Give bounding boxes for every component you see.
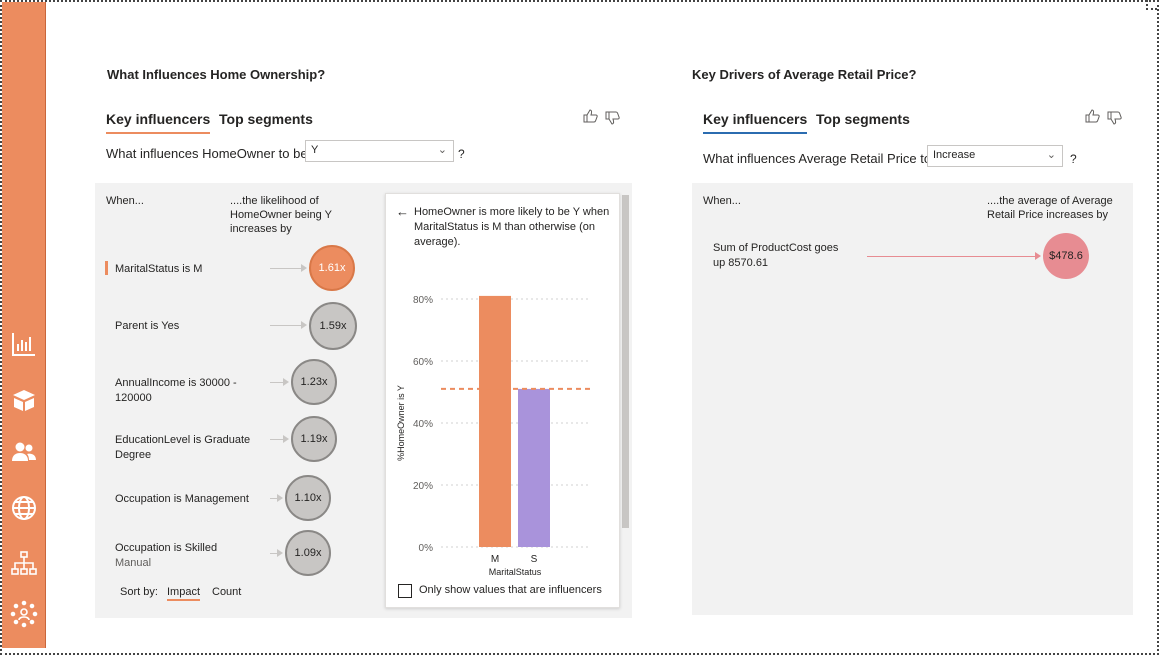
tab-top-segments-right[interactable]: Top segments: [816, 111, 910, 132]
target-value-dropdown-right[interactable]: Increase ⌄: [927, 145, 1063, 167]
influencer-bubble-right[interactable]: $478.6: [1043, 233, 1089, 279]
influencer-label: AnnualIncome is 30000 - 120000: [115, 377, 237, 404]
sort-impact-option[interactable]: Impact: [167, 586, 201, 601]
influencer-arrow-head: [301, 264, 307, 272]
left-visual-title: What Influences Home Ownership?: [107, 67, 326, 82]
y-tick-label: 40%: [413, 419, 433, 430]
influencer-bubble[interactable]: 1.59x: [309, 302, 357, 350]
tab-top-segments[interactable]: Top segments: [219, 111, 313, 132]
influencer-arrow-line: [270, 268, 301, 269]
users-icon[interactable]: [7, 435, 41, 469]
dropdown-value-right: Increase: [933, 149, 976, 161]
y-tick-label: 0%: [419, 543, 434, 554]
thumbs-up-icon[interactable]: [583, 109, 599, 126]
bar-s: [518, 388, 550, 547]
x-axis-label: MaritalStatus: [489, 567, 542, 577]
influencer-bubble[interactable]: 1.10x: [285, 475, 331, 521]
influencer-label: EducationLevel is Graduate Degree: [115, 434, 251, 461]
chevron-down-icon: ⌄: [437, 144, 447, 156]
influencer-arrow-line: [867, 256, 1035, 257]
dropdown-value: Y: [311, 144, 319, 156]
influencer-arrow-head: [1035, 252, 1041, 260]
influencer-label: Occupation is Skilled: [115, 542, 218, 554]
col-when-header: When...: [106, 195, 144, 207]
influencers-only-checkbox[interactable]: [398, 584, 412, 598]
network-person-icon[interactable]: [7, 597, 41, 631]
influencers-panel-right: When... ....the average of Average Retai…: [692, 183, 1133, 615]
left-key-influencers-card: Key influencers Top segments What influe…: [95, 98, 632, 618]
influencer-row[interactable]: AnnualIncome is 30000 - 120000 1.23x: [95, 359, 365, 425]
influencer-label-right: Sum of ProductCost goes up 8570.61: [713, 242, 839, 269]
scrollbar[interactable]: [622, 195, 629, 528]
influencer-arrow-head: [301, 321, 307, 329]
x-tick-label: S: [531, 554, 538, 565]
influencer-bubble[interactable]: 1.19x: [291, 416, 337, 462]
influencer-sublabel: Manual: [115, 557, 152, 569]
influencer-arrow-line: [270, 382, 283, 383]
thumbs-down-icon[interactable]: [1107, 111, 1123, 128]
chevron-down-icon: ⌄: [1046, 149, 1056, 161]
thumbs-up-icon[interactable]: [1085, 109, 1101, 126]
corner-marker: [1146, 0, 1157, 10]
hierarchy-icon[interactable]: [7, 546, 41, 580]
sidebar: [2, 2, 46, 648]
detail-bar-chart: 0% 20% 40% 60% 80% M S MaritalStatus %HomeOwner …: [396, 295, 591, 577]
influencer-row[interactable]: EducationLevel is Graduate Degree 1.19x: [95, 416, 365, 482]
influencer-label: MaritalStatus is M: [115, 263, 203, 275]
tab-key-influencers-right[interactable]: Key influencers: [703, 111, 808, 134]
influence-question-right: What influences Average Retail Price to: [703, 151, 932, 166]
influencer-bubble[interactable]: 1.61x: [309, 245, 355, 291]
influencer-label: Parent is Yes: [115, 320, 180, 332]
bar-chart-icon[interactable]: [7, 327, 41, 361]
globe-icon[interactable]: [7, 491, 41, 525]
col-likelihood-header: ....the likelihood of HomeOwner being Y …: [230, 195, 332, 235]
influencers-only-label: Only show values that are influencers: [419, 584, 602, 596]
target-value-dropdown[interactable]: Y ⌄: [305, 140, 454, 162]
y-tick-label: 20%: [413, 481, 433, 492]
y-axis-label: %HomeOwner is Y: [396, 385, 406, 461]
col-when-header-right: When...: [703, 195, 741, 207]
influencer-arrow-line: [270, 325, 301, 326]
back-arrow-icon[interactable]: ←: [396, 204, 409, 219]
influencer-bubble[interactable]: 1.09x: [285, 530, 331, 576]
y-tick-label: 80%: [413, 295, 433, 306]
influencer-arrow-head: [283, 378, 289, 386]
influencer-label: Occupation is Management: [115, 493, 249, 505]
sort-by-label: Sort by:: [120, 586, 158, 598]
influence-question: What influences HomeOwner to be: [106, 146, 308, 161]
x-tick-label: M: [491, 554, 499, 565]
thumbs-down-icon[interactable]: [605, 111, 621, 128]
right-key-influencers-card: Key influencers Top segments What influe…: [692, 98, 1133, 618]
y-tick-label: 60%: [413, 357, 433, 368]
influencer-arrow-head: [277, 549, 283, 557]
col-average-header: ....the average of Average Retail Price …: [987, 195, 1113, 221]
tab-key-influencers[interactable]: Key influencers: [106, 111, 211, 134]
box-icon[interactable]: [7, 383, 41, 417]
right-visual-title: Key Drivers of Average Retail Price?: [692, 67, 917, 82]
selected-marker: [105, 261, 108, 275]
bar-m: [479, 295, 511, 547]
sort-count-option[interactable]: Count: [212, 586, 241, 598]
influencer-arrow-line: [270, 439, 283, 440]
influencer-row[interactable]: Parent is Yes 1.59x: [95, 302, 365, 368]
influencer-row[interactable]: Occupation is Management 1.10x: [95, 475, 365, 541]
influencer-arrow-head: [283, 435, 289, 443]
influencer-bubble[interactable]: 1.23x: [291, 359, 337, 405]
help-icon-right[interactable]: ?: [1070, 152, 1077, 166]
influencer-arrow-head: [277, 494, 283, 502]
help-icon[interactable]: ?: [458, 147, 465, 161]
influencer-detail-panel: ← HomeOwner is more likely to be Y when …: [385, 193, 620, 608]
